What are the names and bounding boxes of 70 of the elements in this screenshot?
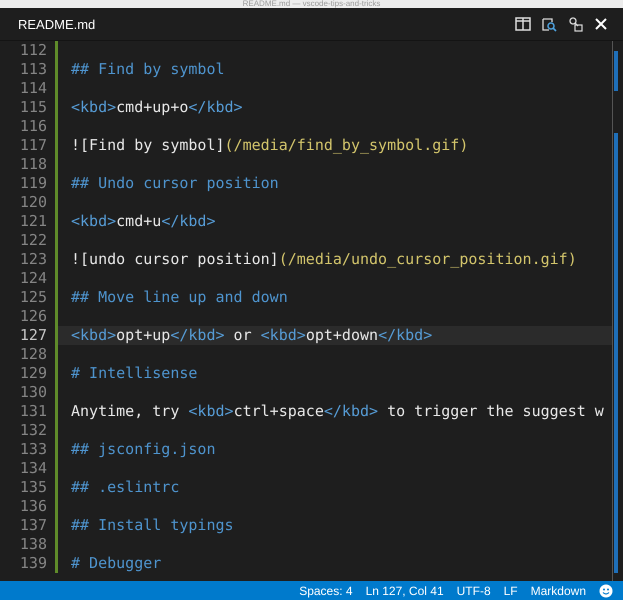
status-item[interactable]: Markdown [530, 584, 586, 598]
line-number: 123 [18, 250, 48, 269]
line-number: 138 [18, 535, 48, 554]
code-text: opt+down [306, 326, 378, 345]
markdown-heading: ## Move line up and down [71, 288, 288, 307]
line-number: 120 [18, 193, 48, 212]
line-number: 139 [18, 554, 48, 573]
code-text: opt+up [116, 326, 170, 345]
link-url: (/media/undo_cursor_position.gif) [278, 250, 577, 269]
code-text: cmd+up+o [116, 98, 188, 117]
preview-side-icon[interactable] [567, 16, 583, 32]
code-text: or [232, 326, 253, 345]
image-link-text: ![undo cursor position] [71, 250, 279, 269]
line-number: 125 [18, 288, 48, 307]
html-tag: <kbd> [71, 98, 116, 117]
line-number: 136 [18, 497, 48, 516]
code-text: Anytime, try [71, 402, 180, 421]
markdown-heading: ## Undo cursor position [71, 174, 279, 193]
line-number: 121 [18, 212, 48, 231]
html-tag: </kbd> [161, 212, 216, 231]
html-tag: </kbd> [378, 326, 432, 345]
html-tag: <kbd> [188, 402, 234, 421]
line-number: 128 [18, 345, 48, 364]
line-number: 135 [18, 478, 48, 497]
html-tag: </kbd> [170, 326, 225, 345]
markdown-heading: ## Install typings [71, 516, 234, 535]
status-item[interactable]: Spaces: 4 [299, 584, 353, 598]
line-number: 114 [18, 79, 48, 98]
html-tag: </kbd> [188, 98, 243, 117]
editor-tab[interactable]: README.md [0, 8, 114, 40]
window-title: README.md — vscode-tips-and-tricks [242, 0, 380, 8]
code-text: to trigger the suggest w [386, 402, 604, 421]
code-text: cmd+u [116, 212, 162, 231]
link-url: (/media/find_by_symbol.gif) [224, 136, 468, 155]
close-icon[interactable] [593, 16, 609, 32]
html-tag: <kbd> [71, 326, 116, 345]
markdown-heading: ## Find by symbol [71, 60, 225, 79]
html-tag: <kbd> [71, 212, 116, 231]
markdown-heading: ## jsconfig.json [71, 440, 216, 459]
line-number: 112 [18, 41, 48, 60]
line-number: 131 [18, 402, 48, 421]
image-link-text: ![Find by symbol] [71, 136, 225, 155]
line-number: 132 [18, 421, 48, 440]
code-text: ctrl+space [234, 402, 324, 421]
line-number: 133 [18, 440, 48, 459]
line-number: 113 [18, 60, 48, 79]
html-tag: </kbd> [324, 402, 378, 421]
line-number: 134 [18, 459, 48, 478]
line-number: 130 [18, 383, 48, 402]
line-number: 127 [18, 326, 48, 345]
status-item[interactable]: Ln 127, Col 41 [366, 584, 444, 598]
smiley-icon[interactable] [599, 584, 613, 598]
status-item[interactable]: UTF-8 [456, 584, 491, 598]
line-number: 137 [18, 516, 48, 535]
line-number: 124 [18, 269, 48, 288]
markdown-heading: # Intellisense [71, 364, 198, 383]
line-number: 117 [18, 136, 48, 155]
line-number: 118 [18, 155, 48, 174]
split-editor-icon[interactable] [515, 16, 531, 32]
html-tag: <kbd> [260, 326, 306, 345]
line-number: 119 [18, 174, 48, 193]
status-item[interactable]: LF [504, 584, 518, 598]
line-number: 115 [18, 98, 48, 117]
markdown-heading: # Debugger [71, 554, 162, 573]
line-number: 122 [18, 231, 48, 250]
line-number: 116 [18, 117, 48, 136]
preview-search-icon[interactable] [541, 16, 557, 32]
line-number: 129 [18, 364, 48, 383]
markdown-heading: ## .eslintrc [71, 478, 180, 497]
line-number: 126 [18, 307, 48, 326]
